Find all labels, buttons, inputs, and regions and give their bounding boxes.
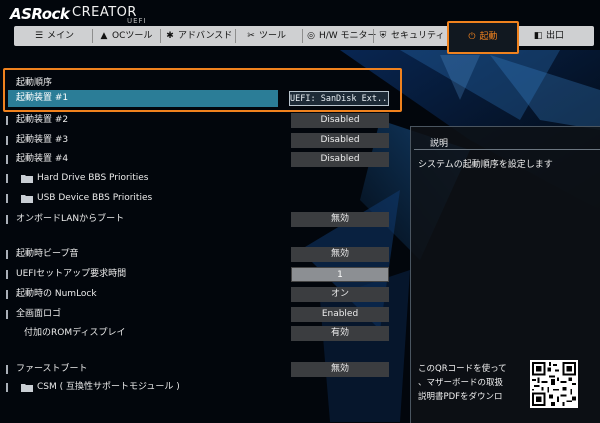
row-label: ファーストブート — [16, 364, 88, 374]
tab-tools[interactable]: ✂ ツール — [246, 26, 286, 46]
tab-hw-monitor[interactable]: ◎ H/W モニター — [306, 26, 377, 46]
row-bullet — [6, 116, 8, 125]
list-icon: ☰ — [34, 31, 44, 41]
row-label: 付加のROMディスプレイ — [24, 328, 126, 338]
row-label: CSM ( 互換性サポートモジュール ) — [37, 382, 180, 392]
row-bullet — [6, 155, 8, 164]
row-bullet — [6, 215, 8, 224]
row-label: 起動装置 #4 — [16, 154, 69, 164]
tab-advanced[interactable]: ✱ アドバンスド — [165, 26, 232, 46]
row-label: 起動時の NumLock — [16, 289, 97, 299]
full-screen-logo-select[interactable]: Enabled — [291, 307, 389, 322]
row-label: Hard Drive BBS Priorities — [37, 173, 149, 183]
row-label: オンボードLANからブート — [16, 214, 125, 224]
description-title: 説明 — [430, 139, 449, 149]
folder-icon — [21, 175, 33, 183]
addon-rom-display-select[interactable]: 有効 — [291, 326, 389, 341]
star-icon: ✱ — [166, 31, 174, 41]
asrock-logo: ASRock — [10, 5, 70, 23]
shield-icon: ⛨ — [379, 31, 387, 41]
boot-device-2-select[interactable]: Disabled — [291, 113, 389, 128]
folder-icon — [21, 195, 33, 203]
row-bullet — [6, 174, 8, 183]
power-icon: ⏻ — [468, 32, 476, 42]
qr-caption: このQRコードを使って 、マザーボードの取扱 説明書PDFをダウンロ — [418, 364, 507, 402]
qr-code-icon — [530, 360, 578, 408]
row-bullet — [6, 270, 8, 279]
row-label: 起動装置 #3 — [16, 135, 69, 145]
tab-divider — [160, 29, 161, 43]
uefi-label: UEFI — [127, 17, 147, 25]
row-bullet — [6, 383, 8, 392]
tab-security[interactable]: ⛨ セキュリティ — [378, 26, 445, 46]
exit-icon: ◧ — [533, 31, 543, 41]
row-label: 起動装置 #2 — [16, 115, 69, 125]
setup-prompt-timeout-input[interactable]: 1 — [291, 267, 389, 282]
boot-numlock-select[interactable]: オン — [291, 287, 389, 302]
tab-boot[interactable]: ⏻ 起動 — [447, 21, 519, 54]
row-label: 起動時ビープ音 — [16, 249, 79, 259]
tab-main[interactable]: ☰ メイン — [34, 26, 74, 46]
panel-divider — [414, 149, 600, 150]
row-label: USB Device BBS Priorities — [37, 193, 153, 203]
flame-icon: ▲ — [100, 31, 108, 41]
description-text: システムの起動順序を設定します — [418, 160, 553, 170]
fast-boot-select[interactable]: 無効 — [291, 362, 389, 377]
boot-device-4-select[interactable]: Disabled — [291, 152, 389, 167]
row-bullet — [6, 250, 8, 259]
tab-divider — [373, 29, 374, 43]
row-bullet — [6, 136, 8, 145]
row-bullet — [6, 194, 8, 203]
gauge-icon: ◎ — [307, 31, 315, 41]
folder-icon — [21, 384, 33, 392]
wrench-icon: ✂ — [247, 31, 255, 41]
boot-beep-select[interactable]: 無効 — [291, 247, 389, 262]
tab-divider — [92, 29, 93, 43]
tab-divider — [235, 29, 236, 43]
boot-device-3-select[interactable]: Disabled — [291, 133, 389, 148]
row-bullet — [6, 365, 8, 374]
highlight-box — [3, 68, 402, 112]
onboard-lan-boot-select[interactable]: 無効 — [291, 212, 389, 227]
row-label: 全画面ロゴ — [16, 309, 62, 319]
tab-exit[interactable]: ◧ 出口 — [533, 26, 564, 46]
row-label: UEFIセットアップ要求時間 — [16, 269, 127, 279]
row-bullet — [6, 290, 8, 299]
row-bullet — [6, 310, 8, 319]
tab-oc-tools[interactable]: ▲ OCツール — [99, 26, 153, 46]
tab-divider — [302, 29, 303, 43]
